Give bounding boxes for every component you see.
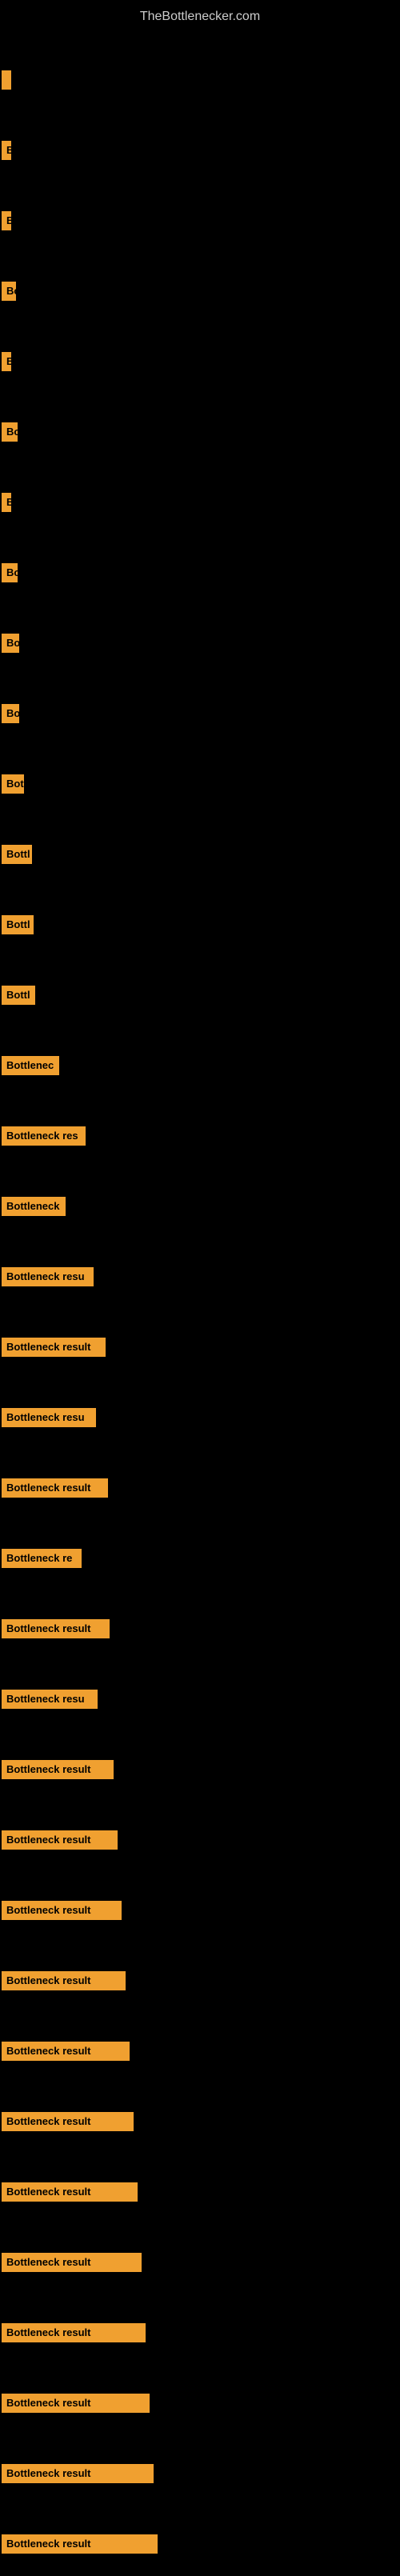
bar-row: Bo [0,259,400,323]
site-title: TheBottlenecker.com [0,3,400,30]
bar-row: Bottleneck resu [0,1386,400,1450]
bar-row: Bottleneck result [0,2019,400,2083]
bar-row: Bottleneck result [0,2160,400,2224]
bar-row: Bottleneck result [0,1597,400,1661]
bar-row: Bo [0,400,400,464]
bar-row: Bottleneck result [0,1949,400,2013]
bar-row: Bottleneck result [0,1315,400,1379]
bar-label: Bottleneck resu [2,1408,96,1427]
bar-label: Bottleneck result [2,2112,134,2131]
bar-label: Bottleneck result [2,2323,146,2342]
bar-label: Bottleneck result [2,1901,122,1920]
bar-row: Bottleneck result [0,1878,400,1942]
bar-label: Bot [2,774,24,794]
bar-label: Bottl [2,986,35,1005]
bar-row: B [0,189,400,253]
bar-row: B [0,470,400,534]
bar-label: Bottlenec [2,1056,59,1075]
bar-row: Bottleneck result [0,2230,400,2294]
bar-row: Bo [0,541,400,605]
bar-row: Bottleneck result [0,2371,400,2435]
bar-label: Bo [2,563,18,582]
bar-label: B [2,211,11,230]
bar-label: Bottleneck result [2,2534,158,2554]
bar-label: Bottleneck result [2,2042,130,2061]
bar-row [0,48,400,112]
bar-label: B [2,141,11,160]
bar-label: Bottleneck result [2,2394,150,2413]
bar-row: Bottleneck result [0,2090,400,2154]
bar-row: Bottl [0,822,400,886]
bar-label: Bottleneck resu [2,1690,98,1709]
bar-row: Bottleneck resu [0,1245,400,1309]
bar-label: Bottl [2,845,32,864]
bar-label: Bo [2,704,19,723]
bar-row: Bottleneck res [0,1104,400,1168]
bar-label [2,70,11,90]
bar-label: Bottleneck re [2,1549,82,1568]
bar-label: Bo [2,634,19,653]
bar-row: Bottl [0,963,400,1027]
bar-label: Bottleneck result [2,1971,126,1990]
bar-row: Bot [0,752,400,816]
bar-row: Bottl [0,893,400,957]
bar-label: Bottleneck result [2,1830,118,1850]
bar-row: Bottleneck resu [0,1667,400,1731]
bar-label: Bottleneck result [2,2253,142,2272]
bar-label: Bottleneck result [2,1619,110,1638]
bar-label: Bottleneck result [2,2464,154,2483]
bar-row: Bottleneck result [0,1738,400,1802]
bar-label: B [2,493,11,512]
bar-label: Bottleneck resu [2,1267,94,1286]
bar-row: B [0,118,400,182]
bar-row: Bottleneck result [0,2512,400,2576]
bar-label: Bo [2,422,18,442]
bar-label: B [2,352,11,371]
bar-row: Bo [0,682,400,746]
bar-label: Bottleneck res [2,1126,86,1146]
bar-label: Bottleneck result [2,1478,108,1498]
bar-label: Bottleneck result [2,1760,114,1779]
bar-label: Bo [2,282,16,301]
bar-label: Bottl [2,915,34,934]
bar-row: Bottleneck result [0,1808,400,1872]
bar-row: Bottlenec [0,1034,400,1098]
bar-row: Bottleneck result [0,2301,400,2365]
bar-row: Bo [0,611,400,675]
bar-label: Bottleneck result [2,1338,106,1357]
bar-row: Bottleneck re [0,1526,400,1590]
bar-label: Bottleneck [2,1197,66,1216]
bar-row: Bottleneck result [0,2442,400,2506]
bar-row: B [0,330,400,394]
bar-row: Bottleneck [0,1174,400,1238]
bar-label: Bottleneck result [2,2182,138,2202]
bar-row: Bottleneck result [0,1456,400,1520]
